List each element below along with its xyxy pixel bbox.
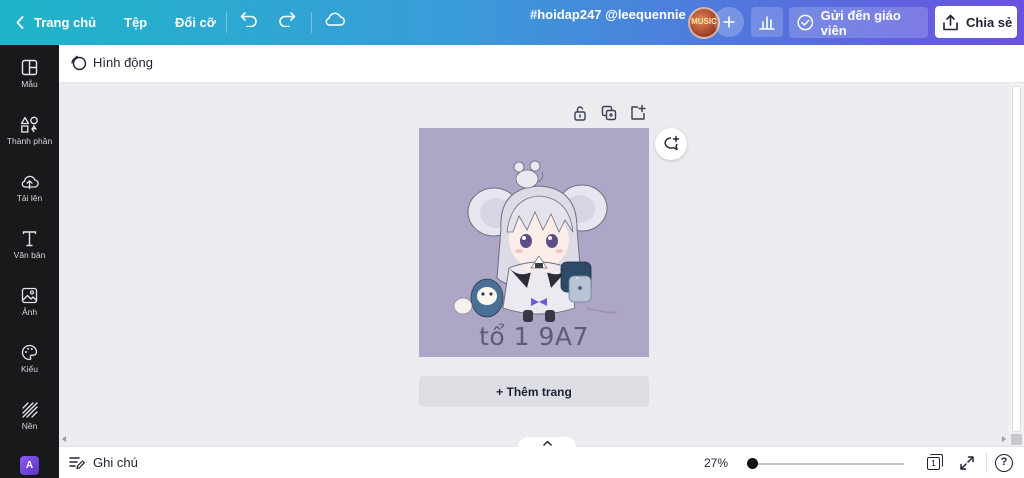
sidebar-item-label: Tải lên bbox=[16, 193, 43, 203]
save-status-button[interactable] bbox=[323, 11, 345, 32]
upload-icon bbox=[21, 175, 39, 190]
background-icon bbox=[22, 402, 38, 418]
text-icon bbox=[22, 231, 37, 247]
elements-icon bbox=[20, 116, 38, 133]
sidebar-item-photos[interactable]: Ảnh bbox=[0, 287, 59, 317]
resize-button[interactable]: Đổi cỡ bbox=[175, 7, 216, 37]
sidebar-item-background[interactable]: Nền bbox=[0, 401, 59, 431]
add-comment-button[interactable] bbox=[655, 128, 687, 160]
redo-button[interactable] bbox=[278, 11, 296, 32]
cloud-icon bbox=[325, 12, 345, 26]
undo-icon bbox=[240, 12, 257, 28]
divider bbox=[226, 12, 227, 33]
top-bar: Trang chủ Tệp Đổi cỡ #hoidap247 @leequen… bbox=[0, 0, 1024, 45]
duplicate-icon bbox=[601, 105, 617, 121]
lock-icon bbox=[574, 106, 586, 121]
design-title[interactable]: #hoidap247 @leequennie bbox=[530, 7, 686, 22]
zoom-slider-track[interactable] bbox=[752, 463, 904, 465]
sidebar-item-elements[interactable]: Thành phần bbox=[0, 116, 59, 146]
add-page-icon-button[interactable] bbox=[629, 104, 647, 122]
page-count-button[interactable]: 1 bbox=[925, 454, 943, 472]
animate-label: Hình động bbox=[93, 55, 153, 70]
sidebar-item-uploads[interactable]: Tải lên bbox=[0, 173, 59, 203]
notes-button[interactable]: Ghi chú bbox=[69, 455, 138, 470]
scroll-right-icon[interactable] bbox=[1002, 436, 1006, 442]
add-page-icon bbox=[631, 104, 646, 120]
notes-label: Ghi chú bbox=[93, 455, 138, 470]
photo-icon bbox=[21, 287, 38, 304]
chevron-left-icon bbox=[16, 15, 24, 29]
share-button[interactable]: Chia sẻ bbox=[935, 6, 1017, 38]
bar-chart-icon bbox=[759, 15, 775, 30]
palette-icon bbox=[21, 344, 38, 361]
undo-button[interactable] bbox=[240, 11, 258, 32]
sidebar-item-styles[interactable]: Kiểu bbox=[0, 344, 59, 374]
duplicate-page-button[interactable] bbox=[600, 104, 618, 122]
page-count-value: 1 bbox=[927, 457, 940, 470]
home-label: Trang chủ bbox=[34, 14, 97, 30]
divider bbox=[986, 453, 987, 473]
resize-label: Đổi cỡ bbox=[175, 14, 217, 30]
vertical-scrollbar[interactable] bbox=[1009, 83, 1024, 446]
sidebar-item-label: Thành phần bbox=[6, 136, 53, 146]
design-page[interactable]: tổ 1 9A7 bbox=[419, 128, 649, 357]
fullscreen-button[interactable] bbox=[959, 455, 975, 476]
template-icon bbox=[21, 59, 38, 76]
scrollbar-thumb[interactable] bbox=[1012, 86, 1021, 432]
design-caption-text[interactable]: tổ 1 9A7 bbox=[419, 322, 649, 351]
add-page-label: + Thêm trang bbox=[496, 384, 572, 399]
scrollbar-corner bbox=[1011, 434, 1022, 445]
share-label: Chia sẻ bbox=[966, 14, 1013, 30]
editor-toolbar: Hình động bbox=[59, 45, 1024, 83]
collapse-panel-tab[interactable] bbox=[518, 437, 576, 449]
left-sidebar: Mẫu Thành phần Tải lên Văn bản Ảnh Kiểu … bbox=[0, 45, 59, 478]
plus-icon bbox=[723, 16, 735, 28]
help-label: ? bbox=[1000, 456, 1008, 468]
zoom-slider-handle[interactable] bbox=[747, 458, 758, 469]
share-icon bbox=[943, 14, 958, 30]
animation-icon bbox=[71, 55, 87, 71]
redo-icon bbox=[279, 12, 296, 28]
zoom-percentage[interactable]: 27% bbox=[704, 456, 728, 470]
chevron-up-icon bbox=[542, 440, 552, 446]
expand-icon bbox=[960, 456, 974, 470]
send-label: Gửi đến giáo viên bbox=[820, 7, 901, 38]
sidebar-item-label: Ảnh bbox=[21, 307, 38, 317]
lock-page-button[interactable] bbox=[571, 104, 589, 122]
check-circle-icon bbox=[797, 14, 814, 31]
divider bbox=[311, 12, 312, 33]
send-to-teacher-button[interactable]: Gửi đến giáo viên bbox=[789, 7, 928, 38]
insights-button[interactable] bbox=[751, 7, 783, 37]
notes-icon bbox=[69, 456, 85, 469]
sidebar-item-label: Nền bbox=[21, 421, 38, 431]
add-page-button[interactable]: + Thêm trang bbox=[419, 376, 649, 407]
file-menu[interactable]: Tệp bbox=[124, 7, 147, 37]
home-button[interactable]: Trang chủ bbox=[16, 7, 96, 37]
sidebar-item-label: Văn bản bbox=[13, 250, 46, 260]
animate-button[interactable]: Hình động bbox=[69, 54, 153, 71]
invite-button[interactable] bbox=[714, 7, 744, 37]
sidebar-item-label: Mẫu bbox=[21, 79, 38, 89]
sidebar-item-templates[interactable]: Mẫu bbox=[0, 59, 59, 89]
apps-label: A bbox=[25, 460, 34, 471]
apps-button[interactable]: A bbox=[20, 456, 39, 475]
scroll-left-icon[interactable] bbox=[62, 436, 66, 442]
file-label: Tệp bbox=[124, 14, 148, 30]
sidebar-item-label: Kiểu bbox=[20, 364, 38, 374]
comment-plus-icon bbox=[664, 135, 680, 151]
sidebar-item-text[interactable]: Văn bản bbox=[0, 230, 59, 260]
help-button[interactable]: ? bbox=[995, 454, 1013, 472]
bottom-bar: Ghi chú 27% 1 ? bbox=[59, 446, 1024, 478]
